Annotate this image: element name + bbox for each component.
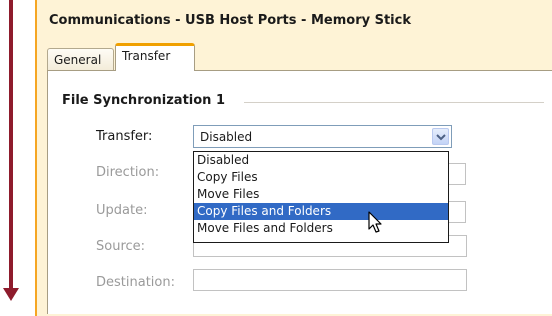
dropdown-option-move-files-and-folders[interactable]: Move Files and Folders — [194, 220, 448, 237]
transfer-select-button[interactable] — [432, 128, 449, 145]
dropdown-option-copy-files[interactable]: Copy Files — [194, 169, 448, 186]
transfer-select[interactable]: Disabled — [193, 125, 452, 148]
transfer-label: Transfer: — [96, 129, 153, 144]
tab-transfer[interactable]: Transfer — [115, 43, 195, 71]
window-title: Communications - USB Host Ports - Memory… — [49, 13, 411, 28]
direction-label: Direction: — [96, 165, 160, 180]
arrow-shaft — [9, 0, 13, 290]
source-label: Source: — [96, 239, 146, 254]
group-divider — [244, 102, 544, 103]
dropdown-option-copy-files-and-folders[interactable]: Copy Files and Folders — [194, 203, 448, 220]
dialog-window: Communications - USB Host Ports - Memory… — [35, 0, 552, 316]
transfer-panel: File Synchronization 1 Transfer: Disable… — [47, 70, 552, 314]
down-arrow-icon — [3, 288, 19, 301]
chevron-down-icon — [436, 134, 446, 141]
destination-label: Destination: — [96, 275, 175, 290]
destination-field[interactable] — [193, 269, 467, 291]
dropdown-option-disabled[interactable]: Disabled — [194, 152, 448, 169]
mouse-pointer-icon — [368, 211, 382, 233]
transfer-select-value: Disabled — [200, 130, 253, 144]
tab-general-label: General — [54, 53, 102, 67]
group-title: File Synchronization 1 — [62, 93, 226, 108]
transfer-dropdown-list[interactable]: Disabled Copy Files Move Files Copy File… — [193, 151, 449, 243]
tab-transfer-label: Transfer — [122, 49, 171, 63]
update-label: Update: — [96, 203, 148, 218]
dropdown-option-move-files[interactable]: Move Files — [194, 186, 448, 203]
tab-general[interactable]: General — [47, 48, 114, 70]
